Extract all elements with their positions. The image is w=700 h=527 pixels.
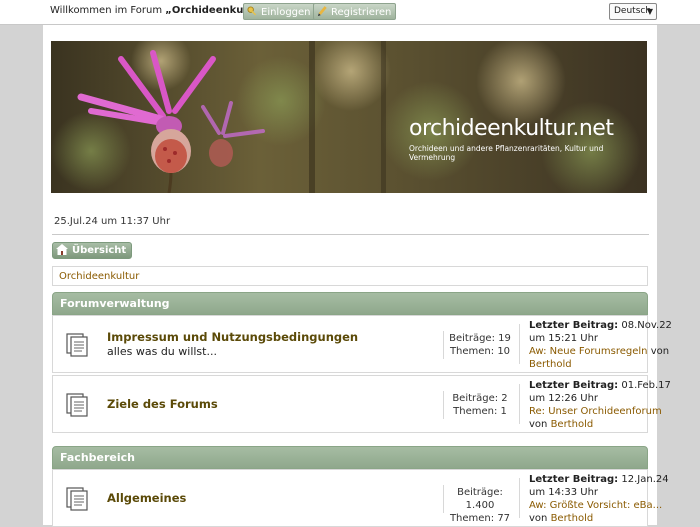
last-post-info: Letzter Beitrag: 01.Feb.17 um 12:26 Uhr … — [529, 380, 671, 430]
forum-row: Ziele des Forums Beiträge: 2 Themen: 1 L… — [52, 375, 671, 433]
login-button[interactable]: Einloggen — [243, 3, 316, 20]
column-divider — [443, 331, 444, 359]
last-post-info: Letzter Beitrag: 12.Jan.24 um 14:33 Uhr … — [529, 474, 669, 524]
forum-stats: Beiträge: 1.400 Themen: 77 — [445, 486, 515, 525]
forum-title-link[interactable]: Allgemeines — [107, 491, 186, 505]
register-button[interactable]: Registrieren — [313, 3, 397, 20]
home-icon — [56, 244, 68, 255]
column-divider — [519, 324, 520, 364]
column-divider — [519, 384, 520, 424]
breadcrumb: Orchideenkultur — [52, 266, 648, 286]
forum-row: Allgemeines Beiträge: 1.400 Themen: 77 L… — [52, 469, 669, 527]
column-divider — [443, 485, 444, 513]
last-post-link[interactable]: Re: Unser Orchideenforum — [529, 406, 662, 417]
language-select[interactable]: Deutsch ▼ — [609, 3, 657, 20]
current-date: 25.Jul.24 um 11:37 Uhr — [54, 216, 171, 227]
forum-description: alles was du willst... — [107, 345, 217, 358]
forum-board-icon — [66, 393, 88, 417]
post-count: Beiträge: 2 — [452, 393, 508, 404]
column-divider — [519, 478, 520, 518]
forum-stats: Beiträge: 2 Themen: 1 — [445, 392, 515, 418]
pencil-icon — [317, 6, 327, 17]
welcome-message: Willkommen im Forum „Orchideenkultur“. — [50, 5, 273, 16]
site-subtitle: Orchideen und andere Pflanzenraritäten, … — [409, 144, 604, 162]
forum-row: Impressum und Nutzungsbedingungen alles … — [52, 315, 672, 373]
post-count: Beiträge: 1.400 — [457, 487, 503, 511]
forum-board-icon — [66, 333, 88, 357]
last-post-user-link[interactable]: Berthold — [551, 419, 594, 430]
topic-count: Themen: 77 — [449, 513, 511, 524]
chevron-down-icon: ▼ — [646, 7, 653, 16]
last-post-user-link[interactable]: Berthold — [551, 513, 594, 524]
key-icon — [247, 6, 257, 16]
last-post-user-link[interactable]: Berthold — [529, 359, 572, 370]
site-title: orchideenkultur.net — [409, 116, 614, 141]
category-header-forumverwaltung[interactable]: Forumverwaltung — [52, 292, 648, 315]
header-banner[interactable]: orchideenkultur.net Orchideen und andere… — [51, 41, 647, 193]
topic-count: Themen: 1 — [453, 406, 507, 417]
forum-title-link[interactable]: Impressum und Nutzungsbedingungen — [107, 330, 358, 344]
forum-stats: Beiträge: 19 Themen: 10 — [445, 332, 515, 358]
column-divider — [443, 391, 444, 419]
page-container: orchideenkultur.net Orchideen und andere… — [43, 25, 672, 527]
last-post-link[interactable]: Aw: Größte Vorsicht: eBa... — [529, 500, 662, 511]
category-header-fachbereich[interactable]: Fachbereich — [52, 446, 648, 469]
top-bar: Willkommen im Forum „Orchideenkultur“. E… — [0, 0, 700, 25]
last-post-link[interactable]: Aw: Neue Forumsregeln — [529, 346, 648, 357]
post-count: Beiträge: 19 — [449, 333, 511, 344]
breadcrumb-link-home[interactable]: Orchideenkultur — [59, 271, 139, 282]
last-post-info: Letzter Beitrag: 08.Nov.22 um 15:21 Uhr … — [529, 320, 672, 370]
forum-title-link[interactable]: Ziele des Forums — [107, 397, 218, 411]
overview-button[interactable]: Übersicht — [52, 242, 133, 259]
topic-count: Themen: 10 — [449, 346, 511, 357]
forum-board-icon — [66, 487, 88, 511]
divider — [52, 234, 649, 235]
